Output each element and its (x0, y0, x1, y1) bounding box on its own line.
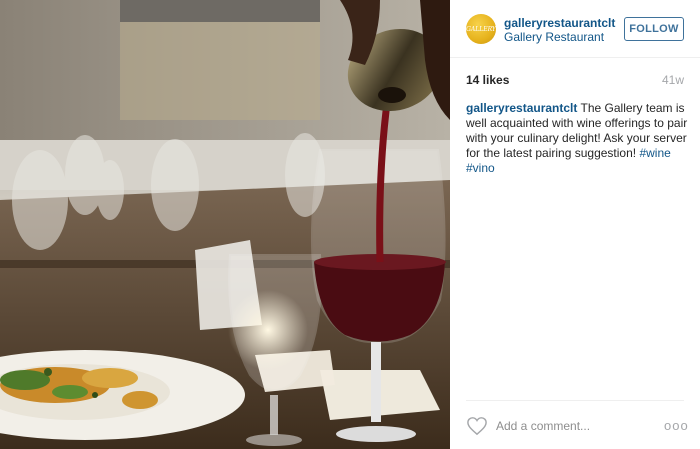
wine-pour-photo (0, 0, 450, 449)
hashtag-link[interactable]: #vino (466, 161, 495, 175)
post-side-panel: GALLERY galleryrestaurantclt Gallery Res… (450, 0, 700, 449)
post-header: GALLERY galleryrestaurantclt Gallery Res… (450, 0, 700, 58)
post-photo[interactable] (0, 0, 450, 449)
author-username-link[interactable]: galleryrestaurantclt (504, 16, 615, 30)
post-caption: galleryrestaurantclt The Gallery team is… (466, 101, 690, 176)
likes-count[interactable]: 14 likes (466, 73, 509, 87)
avatar[interactable]: GALLERY (466, 14, 496, 44)
comment-input[interactable] (496, 415, 646, 437)
comment-bar: ooo (466, 400, 688, 449)
avatar-logo-text: GALLERY (466, 25, 496, 33)
hashtag-link[interactable]: #wine (639, 146, 670, 160)
post-age[interactable]: 41w (662, 73, 684, 87)
caption-username-link[interactable]: galleryrestaurantclt (466, 101, 577, 115)
follow-button[interactable]: FOLLOW (624, 17, 684, 41)
more-options-icon[interactable]: ooo (664, 416, 688, 436)
author-fullname-link[interactable]: Gallery Restaurant (504, 30, 604, 44)
heart-icon[interactable] (466, 416, 488, 436)
